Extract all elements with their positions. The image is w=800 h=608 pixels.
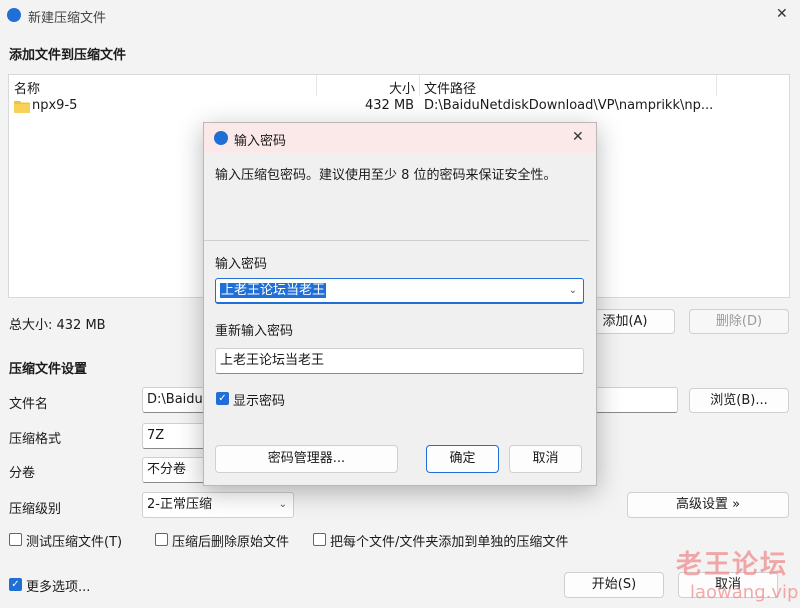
delete-button[interactable]: 删除(D) <box>689 309 789 334</box>
watermark-url: laowang.vip <box>690 582 799 603</box>
file-size: 432 MB <box>365 98 415 113</box>
chevron-down-icon[interactable]: ⌄ <box>569 279 577 302</box>
show-password-checkbox[interactable]: ✓ <box>216 392 229 405</box>
delete-original-checkbox[interactable] <box>155 533 168 546</box>
delete-original-label: 压缩后删除原始文件 <box>172 535 290 550</box>
advanced-settings-button[interactable]: 高级设置 » <box>627 492 789 518</box>
browse-button[interactable]: 浏览(B)... <box>689 388 789 413</box>
chevron-down-icon: ⌄ <box>278 499 287 510</box>
column-header-size[interactable]: 大小 <box>389 78 415 97</box>
volume-select[interactable]: 不分卷 <box>142 457 206 483</box>
dialog-close-icon[interactable]: ✕ <box>572 129 584 145</box>
format-select[interactable]: 7Z <box>142 423 206 449</box>
format-label: 压缩格式 <box>9 432 62 447</box>
app-icon <box>7 8 21 22</box>
dialog-app-icon <box>214 131 228 145</box>
reenter-input[interactable]: 上老王论坛当老王 <box>215 348 584 374</box>
dialog-divider <box>204 240 589 241</box>
table-row[interactable]: npx9-5 432 MB D:\BaiduNetdiskDownload\VP… <box>9 96 789 118</box>
filename-label: 文件名 <box>9 397 49 412</box>
column-divider <box>419 75 420 96</box>
dialog-title: 输入密码 <box>234 134 287 149</box>
separate-archives-checkbox[interactable] <box>313 533 326 546</box>
dialog-cancel-button[interactable]: 取消 <box>509 445 582 473</box>
column-divider <box>316 75 317 96</box>
separate-archives-label: 把每个文件/文件夹添加到单独的压缩文件 <box>330 535 569 550</box>
test-archive-checkbox[interactable] <box>9 533 22 546</box>
watermark-title: 老王论坛 <box>676 550 789 580</box>
password-value: 上老王论坛当老王 <box>220 283 327 298</box>
level-select[interactable]: 2-正常压缩 ⌄ <box>142 492 294 518</box>
file-path: D:\BaiduNetdiskDownload\VP\namprikk\np..… <box>424 98 714 113</box>
column-header-name[interactable]: 名称 <box>14 78 40 97</box>
show-password-label: 显示密码 <box>233 394 286 409</box>
password-label: 输入密码 <box>215 257 268 272</box>
more-options-label: 更多选项... <box>26 580 91 595</box>
window-titlebar: 新建压缩文件 ✕ <box>0 0 800 32</box>
level-label: 压缩级别 <box>9 502 62 517</box>
level-value: 2-正常压缩 <box>147 497 212 512</box>
test-archive-label: 测试压缩文件(T) <box>26 535 123 550</box>
password-input[interactable]: 上老王论坛当老王 ⌄ <box>215 278 584 304</box>
folder-icon <box>14 101 30 113</box>
file-name: npx9-5 <box>32 98 78 113</box>
start-button[interactable]: 开始(S) <box>564 572 664 598</box>
volume-label: 分卷 <box>9 466 36 481</box>
total-size: 总大小: 432 MB <box>9 318 106 333</box>
ok-button[interactable]: 确定 <box>426 445 499 473</box>
password-manager-button[interactable]: 密码管理器... <box>215 445 398 473</box>
window-title: 新建压缩文件 <box>28 11 107 26</box>
reenter-label: 重新输入密码 <box>215 324 294 339</box>
column-divider <box>716 75 717 96</box>
password-dialog: 输入密码 ✕ 输入压缩包密码。建议使用至少 8 位的密码来保证安全性。 输入密码… <box>203 122 597 486</box>
settings-heading: 压缩文件设置 <box>9 362 88 377</box>
dialog-description: 输入压缩包密码。建议使用至少 8 位的密码来保证安全性。 <box>215 168 557 183</box>
more-options-checkbox[interactable]: ✓ <box>9 578 22 591</box>
window-close-icon[interactable]: ✕ <box>776 6 788 22</box>
column-header-path[interactable]: 文件路径 <box>424 78 476 97</box>
add-files-heading: 添加文件到压缩文件 <box>9 48 127 63</box>
dialog-titlebar: 输入密码 ✕ <box>204 123 596 153</box>
